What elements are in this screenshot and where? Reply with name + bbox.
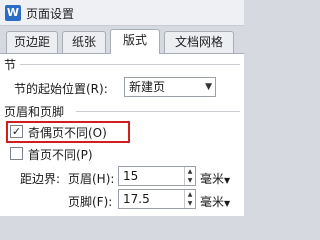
layout-panel: 节 节的起始位置(R): 新建页 ▼ 页眉和页脚 ✓ 奇偶页不同(O) 首页不同…	[0, 53, 244, 216]
chevron-down-icon: ▼	[205, 82, 212, 92]
footer-distance-input[interactable]: 17.5 ▲ ▼	[118, 189, 196, 209]
footer-distance-label: 页脚(F):	[68, 195, 113, 209]
header-distance-value: 15	[123, 169, 139, 183]
tab-document-grid[interactable]: 文档网格	[164, 31, 234, 53]
first-page-label: 首页不同(P)	[28, 148, 93, 162]
section-start-value: 新建页	[129, 80, 166, 94]
section-start-select[interactable]: 新建页 ▼	[124, 77, 216, 97]
header-footer-divider	[76, 111, 240, 112]
spin-arrows-icon[interactable]: ▲ ▼	[184, 190, 195, 208]
footer-unit-select[interactable]: 毫米▼	[200, 193, 230, 210]
section-group-label: 节	[4, 58, 17, 72]
first-page-checkbox-row[interactable]: 首页不同(P)	[10, 145, 128, 163]
header-distance-input[interactable]: 15 ▲ ▼	[118, 166, 196, 186]
tab-layout[interactable]: 版式	[110, 29, 160, 54]
title-bar: W 页面设置	[0, 0, 244, 26]
dialog-title: 页面设置	[26, 7, 75, 21]
section-start-label: 节的起始位置(R):	[14, 82, 108, 96]
header-footer-group-label: 页眉和页脚	[4, 105, 65, 119]
distance-label: 距边界:	[20, 172, 61, 186]
tab-strip: 页边距 纸张 版式 文档网格	[0, 29, 244, 54]
chevron-down-icon: ▼	[224, 199, 231, 208]
chevron-down-icon: ▼	[224, 176, 231, 185]
tab-paper[interactable]: 纸张	[62, 31, 106, 53]
spin-arrows-icon[interactable]: ▲ ▼	[184, 167, 195, 185]
odd-even-checkbox[interactable]: ✓	[10, 125, 23, 138]
section-divider	[20, 64, 240, 65]
app-icon: W	[5, 5, 21, 21]
tab-margins[interactable]: 页边距	[6, 31, 58, 53]
header-unit-select[interactable]: 毫米▼	[200, 170, 230, 187]
header-distance-label: 页眉(H):	[68, 172, 115, 186]
first-page-checkbox[interactable]	[10, 147, 23, 160]
odd-even-label: 奇偶页不同(O)	[28, 126, 107, 140]
footer-unit-label: 毫米	[200, 195, 225, 209]
header-unit-label: 毫米	[200, 172, 225, 186]
footer-distance-value: 17.5	[123, 192, 150, 206]
odd-even-checkbox-row[interactable]: ✓ 奇偶页不同(O)	[10, 123, 128, 141]
